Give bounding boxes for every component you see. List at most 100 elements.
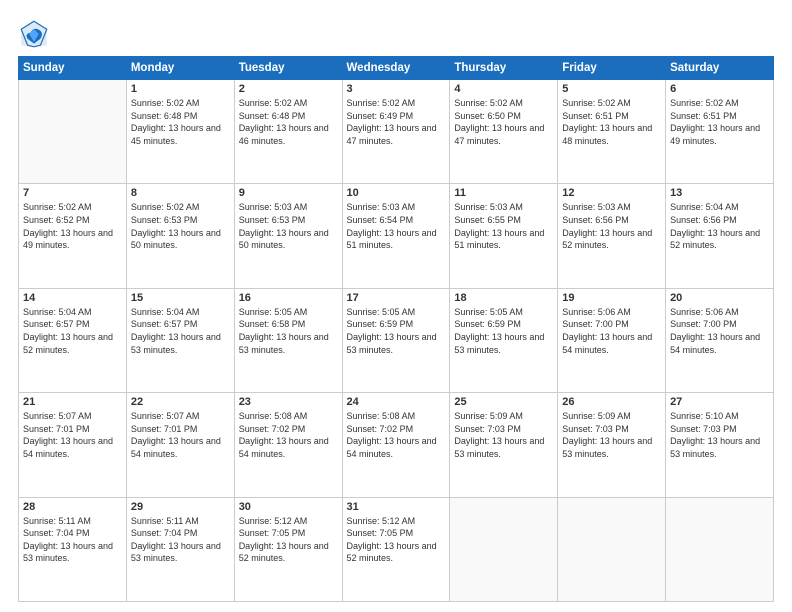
sunset-label: Sunset: 6:54 PM xyxy=(347,215,414,225)
day-number: 21 xyxy=(23,396,122,408)
day-cell: 20 Sunrise: 5:06 AM Sunset: 7:00 PM Dayl… xyxy=(666,288,774,392)
logo xyxy=(18,18,54,50)
sunset-label: Sunset: 7:03 PM xyxy=(670,424,737,434)
sunrise-label: Sunrise: 5:12 AM xyxy=(347,516,416,526)
day-info: Sunrise: 5:07 AM Sunset: 7:01 PM Dayligh… xyxy=(131,410,230,460)
sunrise-label: Sunrise: 5:07 AM xyxy=(131,411,200,421)
day-cell: 27 Sunrise: 5:10 AM Sunset: 7:03 PM Dayl… xyxy=(666,393,774,497)
day-number: 11 xyxy=(454,187,553,199)
daylight-label: Daylight: 13 hours and 53 minutes. xyxy=(23,541,113,564)
sunset-label: Sunset: 6:53 PM xyxy=(239,215,306,225)
sunset-label: Sunset: 7:03 PM xyxy=(562,424,629,434)
sunset-label: Sunset: 7:01 PM xyxy=(131,424,198,434)
sunrise-label: Sunrise: 5:11 AM xyxy=(131,516,199,526)
sunrise-label: Sunrise: 5:04 AM xyxy=(23,307,92,317)
header-cell-saturday: Saturday xyxy=(666,57,774,80)
day-number: 22 xyxy=(131,396,230,408)
daylight-label: Daylight: 13 hours and 54 minutes. xyxy=(239,436,329,459)
day-cell xyxy=(450,497,558,601)
sunset-label: Sunset: 6:58 PM xyxy=(239,319,306,329)
day-info: Sunrise: 5:12 AM Sunset: 7:05 PM Dayligh… xyxy=(347,515,446,565)
day-number: 23 xyxy=(239,396,338,408)
daylight-label: Daylight: 13 hours and 52 minutes. xyxy=(562,228,652,251)
sunrise-label: Sunrise: 5:09 AM xyxy=(562,411,631,421)
header-cell-sunday: Sunday xyxy=(19,57,127,80)
sunset-label: Sunset: 7:04 PM xyxy=(131,528,198,538)
sunset-label: Sunset: 6:57 PM xyxy=(131,319,198,329)
day-cell: 24 Sunrise: 5:08 AM Sunset: 7:02 PM Dayl… xyxy=(342,393,450,497)
day-cell: 14 Sunrise: 5:04 AM Sunset: 6:57 PM Dayl… xyxy=(19,288,127,392)
day-cell: 11 Sunrise: 5:03 AM Sunset: 6:55 PM Dayl… xyxy=(450,184,558,288)
day-info: Sunrise: 5:05 AM Sunset: 6:59 PM Dayligh… xyxy=(347,306,446,356)
sunrise-label: Sunrise: 5:02 AM xyxy=(670,98,739,108)
sunrise-label: Sunrise: 5:11 AM xyxy=(23,516,91,526)
daylight-label: Daylight: 13 hours and 52 minutes. xyxy=(23,332,113,355)
day-number: 2 xyxy=(239,83,338,95)
day-info: Sunrise: 5:03 AM Sunset: 6:55 PM Dayligh… xyxy=(454,201,553,251)
daylight-label: Daylight: 13 hours and 50 minutes. xyxy=(239,228,329,251)
sunrise-label: Sunrise: 5:03 AM xyxy=(239,202,308,212)
header-cell-tuesday: Tuesday xyxy=(234,57,342,80)
day-number: 30 xyxy=(239,501,338,513)
day-info: Sunrise: 5:04 AM Sunset: 6:57 PM Dayligh… xyxy=(23,306,122,356)
sunset-label: Sunset: 6:56 PM xyxy=(562,215,629,225)
daylight-label: Daylight: 13 hours and 53 minutes. xyxy=(347,332,437,355)
sunset-label: Sunset: 7:02 PM xyxy=(239,424,306,434)
daylight-label: Daylight: 13 hours and 49 minutes. xyxy=(23,228,113,251)
daylight-label: Daylight: 13 hours and 53 minutes. xyxy=(670,436,760,459)
sunset-label: Sunset: 6:51 PM xyxy=(670,111,737,121)
day-number: 10 xyxy=(347,187,446,199)
day-info: Sunrise: 5:11 AM Sunset: 7:04 PM Dayligh… xyxy=(23,515,122,565)
sunset-label: Sunset: 7:05 PM xyxy=(239,528,306,538)
day-cell: 31 Sunrise: 5:12 AM Sunset: 7:05 PM Dayl… xyxy=(342,497,450,601)
day-number: 3 xyxy=(347,83,446,95)
day-cell: 16 Sunrise: 5:05 AM Sunset: 6:58 PM Dayl… xyxy=(234,288,342,392)
daylight-label: Daylight: 13 hours and 52 minutes. xyxy=(239,541,329,564)
sunrise-label: Sunrise: 5:03 AM xyxy=(562,202,631,212)
day-cell: 25 Sunrise: 5:09 AM Sunset: 7:03 PM Dayl… xyxy=(450,393,558,497)
daylight-label: Daylight: 13 hours and 48 minutes. xyxy=(562,123,652,146)
day-number: 4 xyxy=(454,83,553,95)
daylight-label: Daylight: 13 hours and 47 minutes. xyxy=(347,123,437,146)
sunrise-label: Sunrise: 5:03 AM xyxy=(454,202,523,212)
day-number: 29 xyxy=(131,501,230,513)
daylight-label: Daylight: 13 hours and 49 minutes. xyxy=(670,123,760,146)
day-cell: 17 Sunrise: 5:05 AM Sunset: 6:59 PM Dayl… xyxy=(342,288,450,392)
day-cell: 26 Sunrise: 5:09 AM Sunset: 7:03 PM Dayl… xyxy=(558,393,666,497)
daylight-label: Daylight: 13 hours and 54 minutes. xyxy=(23,436,113,459)
day-info: Sunrise: 5:04 AM Sunset: 6:56 PM Dayligh… xyxy=(670,201,769,251)
daylight-label: Daylight: 13 hours and 46 minutes. xyxy=(239,123,329,146)
day-number: 8 xyxy=(131,187,230,199)
sunrise-label: Sunrise: 5:10 AM xyxy=(670,411,739,421)
day-info: Sunrise: 5:02 AM Sunset: 6:48 PM Dayligh… xyxy=(131,97,230,147)
sunrise-label: Sunrise: 5:02 AM xyxy=(347,98,416,108)
week-row-3: 14 Sunrise: 5:04 AM Sunset: 6:57 PM Dayl… xyxy=(19,288,774,392)
day-info: Sunrise: 5:04 AM Sunset: 6:57 PM Dayligh… xyxy=(131,306,230,356)
sunset-label: Sunset: 6:59 PM xyxy=(454,319,521,329)
day-info: Sunrise: 5:12 AM Sunset: 7:05 PM Dayligh… xyxy=(239,515,338,565)
day-cell: 7 Sunrise: 5:02 AM Sunset: 6:52 PM Dayli… xyxy=(19,184,127,288)
daylight-label: Daylight: 13 hours and 54 minutes. xyxy=(670,332,760,355)
day-cell: 3 Sunrise: 5:02 AM Sunset: 6:49 PM Dayli… xyxy=(342,80,450,184)
day-number: 14 xyxy=(23,292,122,304)
logo-icon xyxy=(18,18,50,50)
day-info: Sunrise: 5:11 AM Sunset: 7:04 PM Dayligh… xyxy=(131,515,230,565)
day-info: Sunrise: 5:07 AM Sunset: 7:01 PM Dayligh… xyxy=(23,410,122,460)
daylight-label: Daylight: 13 hours and 54 minutes. xyxy=(347,436,437,459)
daylight-label: Daylight: 13 hours and 53 minutes. xyxy=(454,436,544,459)
day-number: 1 xyxy=(131,83,230,95)
sunrise-label: Sunrise: 5:02 AM xyxy=(23,202,92,212)
sunset-label: Sunset: 6:52 PM xyxy=(23,215,90,225)
week-row-2: 7 Sunrise: 5:02 AM Sunset: 6:52 PM Dayli… xyxy=(19,184,774,288)
day-info: Sunrise: 5:09 AM Sunset: 7:03 PM Dayligh… xyxy=(562,410,661,460)
day-info: Sunrise: 5:08 AM Sunset: 7:02 PM Dayligh… xyxy=(347,410,446,460)
header-cell-monday: Monday xyxy=(126,57,234,80)
daylight-label: Daylight: 13 hours and 50 minutes. xyxy=(131,228,221,251)
day-cell: 8 Sunrise: 5:02 AM Sunset: 6:53 PM Dayli… xyxy=(126,184,234,288)
day-cell: 13 Sunrise: 5:04 AM Sunset: 6:56 PM Dayl… xyxy=(666,184,774,288)
day-info: Sunrise: 5:02 AM Sunset: 6:53 PM Dayligh… xyxy=(131,201,230,251)
header-cell-friday: Friday xyxy=(558,57,666,80)
day-cell: 19 Sunrise: 5:06 AM Sunset: 7:00 PM Dayl… xyxy=(558,288,666,392)
daylight-label: Daylight: 13 hours and 52 minutes. xyxy=(670,228,760,251)
daylight-label: Daylight: 13 hours and 53 minutes. xyxy=(239,332,329,355)
